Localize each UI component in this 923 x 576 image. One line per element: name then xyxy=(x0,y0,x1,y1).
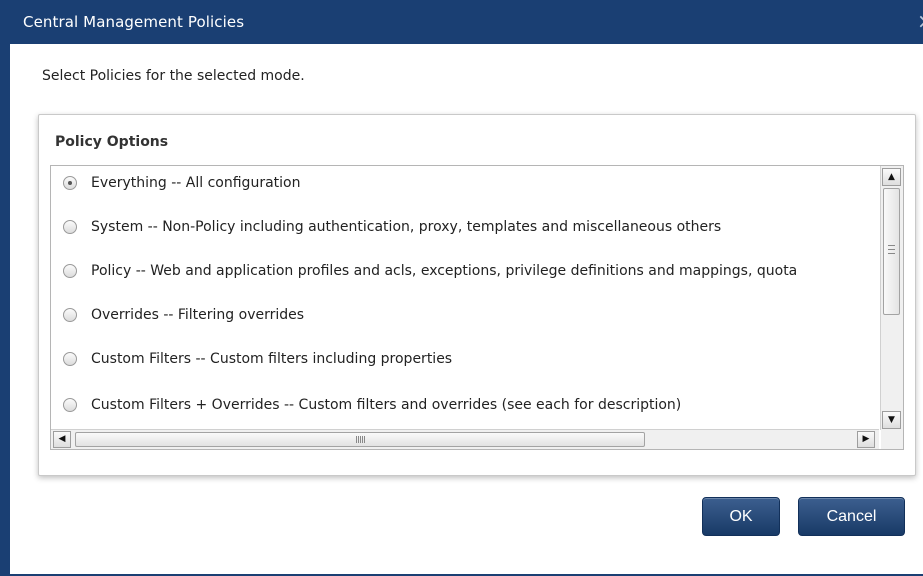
horizontal-scroll-thumb[interactable] xyxy=(75,432,645,447)
option-label: Overrides -- Filtering overrides xyxy=(91,307,305,323)
radio-custom-filters-overrides[interactable] xyxy=(63,398,77,412)
grip-icon xyxy=(356,436,365,443)
instruction-text: Select Policies for the selected mode. xyxy=(42,68,305,84)
radio-custom-filters[interactable] xyxy=(63,352,77,366)
scroll-right-icon[interactable]: ▶ xyxy=(857,431,875,448)
option-policy[interactable]: Policy -- Web and application profiles a… xyxy=(51,256,879,286)
option-label: Custom Filters + Overrides -- Custom fil… xyxy=(91,397,682,413)
option-system[interactable]: System -- Non-Policy including authentic… xyxy=(51,212,879,242)
central-management-policies-dialog: Central Management Policies × Select Pol… xyxy=(0,0,923,576)
ok-button[interactable]: OK xyxy=(702,497,780,536)
radio-system[interactable] xyxy=(63,220,77,234)
scrollbar-corner xyxy=(881,430,903,449)
grip-icon xyxy=(888,245,895,254)
horizontal-scrollbar[interactable]: ◀ ▶ xyxy=(51,429,879,449)
option-everything[interactable]: Everything -- All configuration xyxy=(51,168,879,198)
radio-everything[interactable] xyxy=(63,176,77,190)
policy-options-panel: Policy Options Everything -- All configu… xyxy=(38,114,916,476)
close-icon[interactable]: × xyxy=(917,10,923,32)
option-custom-filters-overrides[interactable]: Custom Filters + Overrides -- Custom fil… xyxy=(51,390,879,420)
scroll-left-icon[interactable]: ◀ xyxy=(53,431,71,448)
option-custom-filters[interactable]: Custom Filters -- Custom filters includi… xyxy=(51,344,879,374)
options-viewport: Everything -- All configuration System -… xyxy=(51,166,879,430)
cancel-button[interactable]: Cancel xyxy=(798,497,905,536)
dialog-title: Central Management Policies xyxy=(23,13,245,31)
radio-policy[interactable] xyxy=(63,264,77,278)
option-overrides[interactable]: Overrides -- Filtering overrides xyxy=(51,300,879,330)
vertical-scroll-thumb[interactable] xyxy=(883,188,900,315)
scroll-down-icon[interactable]: ▼ xyxy=(882,411,901,429)
option-label: Policy -- Web and application profiles a… xyxy=(91,263,798,279)
option-label: Everything -- All configuration xyxy=(91,175,301,191)
policy-options-list: Everything -- All configuration System -… xyxy=(50,165,904,450)
policy-options-title: Policy Options xyxy=(55,134,169,150)
dialog-titlebar: Central Management Policies × xyxy=(10,0,923,44)
option-label: Custom Filters -- Custom filters includi… xyxy=(91,351,453,367)
scroll-up-icon[interactable]: ▲ xyxy=(882,168,901,186)
option-label: System -- Non-Policy including authentic… xyxy=(91,219,722,235)
vertical-scrollbar[interactable]: ▲ ▼ xyxy=(880,166,903,430)
radio-overrides[interactable] xyxy=(63,308,77,322)
